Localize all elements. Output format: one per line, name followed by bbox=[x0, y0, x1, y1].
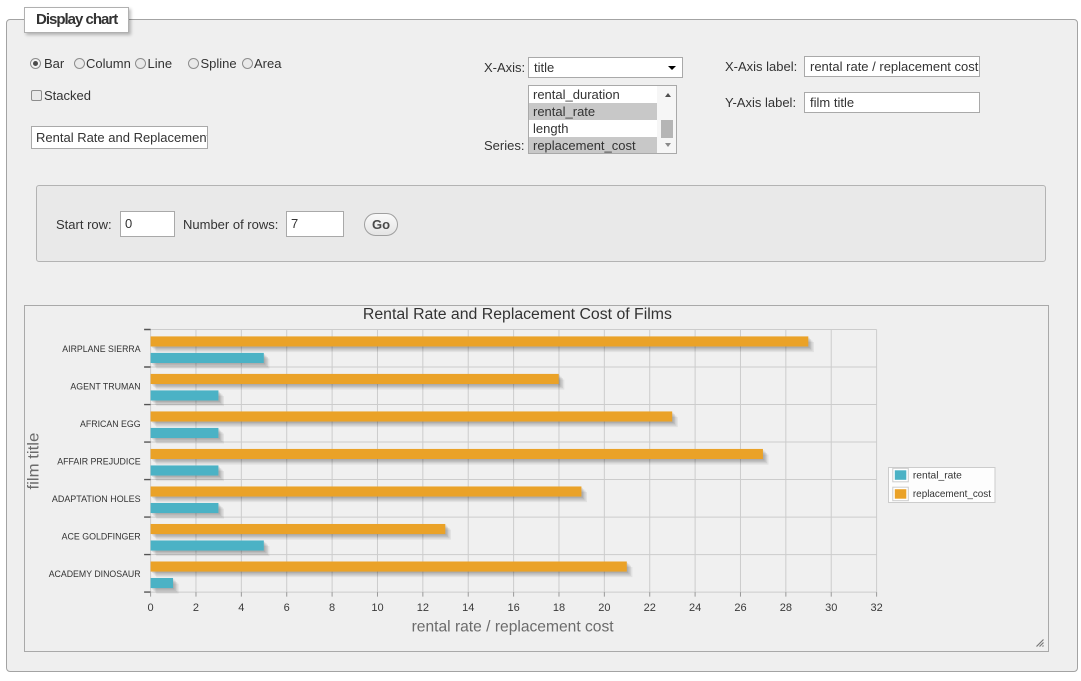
svg-text:32: 32 bbox=[870, 602, 882, 614]
svg-text:rental_rate: rental_rate bbox=[913, 469, 962, 481]
svg-text:AGENT TRUMAN: AGENT TRUMAN bbox=[70, 381, 140, 391]
svg-text:16: 16 bbox=[507, 602, 519, 614]
svg-text:26: 26 bbox=[734, 602, 746, 614]
svg-text:6: 6 bbox=[284, 602, 290, 614]
svg-text:24: 24 bbox=[689, 602, 701, 614]
svg-text:30: 30 bbox=[825, 602, 837, 614]
svg-text:AIRPLANE SIERRA: AIRPLANE SIERRA bbox=[62, 344, 141, 354]
svg-text:22: 22 bbox=[644, 602, 656, 614]
svg-text:28: 28 bbox=[780, 602, 792, 614]
svg-text:10: 10 bbox=[371, 602, 383, 614]
svg-text:rental rate / replacement cost: rental rate / replacement cost bbox=[412, 618, 615, 635]
svg-text:0: 0 bbox=[148, 602, 154, 614]
svg-text:12: 12 bbox=[417, 602, 429, 614]
svg-text:14: 14 bbox=[462, 602, 474, 614]
svg-text:ACE GOLDFINGER: ACE GOLDFINGER bbox=[62, 531, 141, 541]
svg-text:replacement_cost: replacement_cost bbox=[913, 488, 991, 500]
svg-text:film title: film title bbox=[26, 432, 43, 489]
svg-text:18: 18 bbox=[553, 602, 565, 614]
svg-text:20: 20 bbox=[598, 602, 610, 614]
svg-text:2: 2 bbox=[193, 602, 199, 614]
svg-text:4: 4 bbox=[238, 602, 244, 614]
svg-text:AFRICAN EGG: AFRICAN EGG bbox=[80, 419, 141, 429]
svg-text:Rental Rate and Replacement Co: Rental Rate and Replacement Cost of Film… bbox=[363, 306, 672, 323]
svg-text:AFFAIR PREJUDICE: AFFAIR PREJUDICE bbox=[57, 456, 140, 466]
svg-text:ADAPTATION HOLES: ADAPTATION HOLES bbox=[52, 494, 141, 504]
svg-text:ACADEMY DINOSAUR: ACADEMY DINOSAUR bbox=[49, 569, 141, 579]
svg-text:8: 8 bbox=[329, 602, 335, 614]
